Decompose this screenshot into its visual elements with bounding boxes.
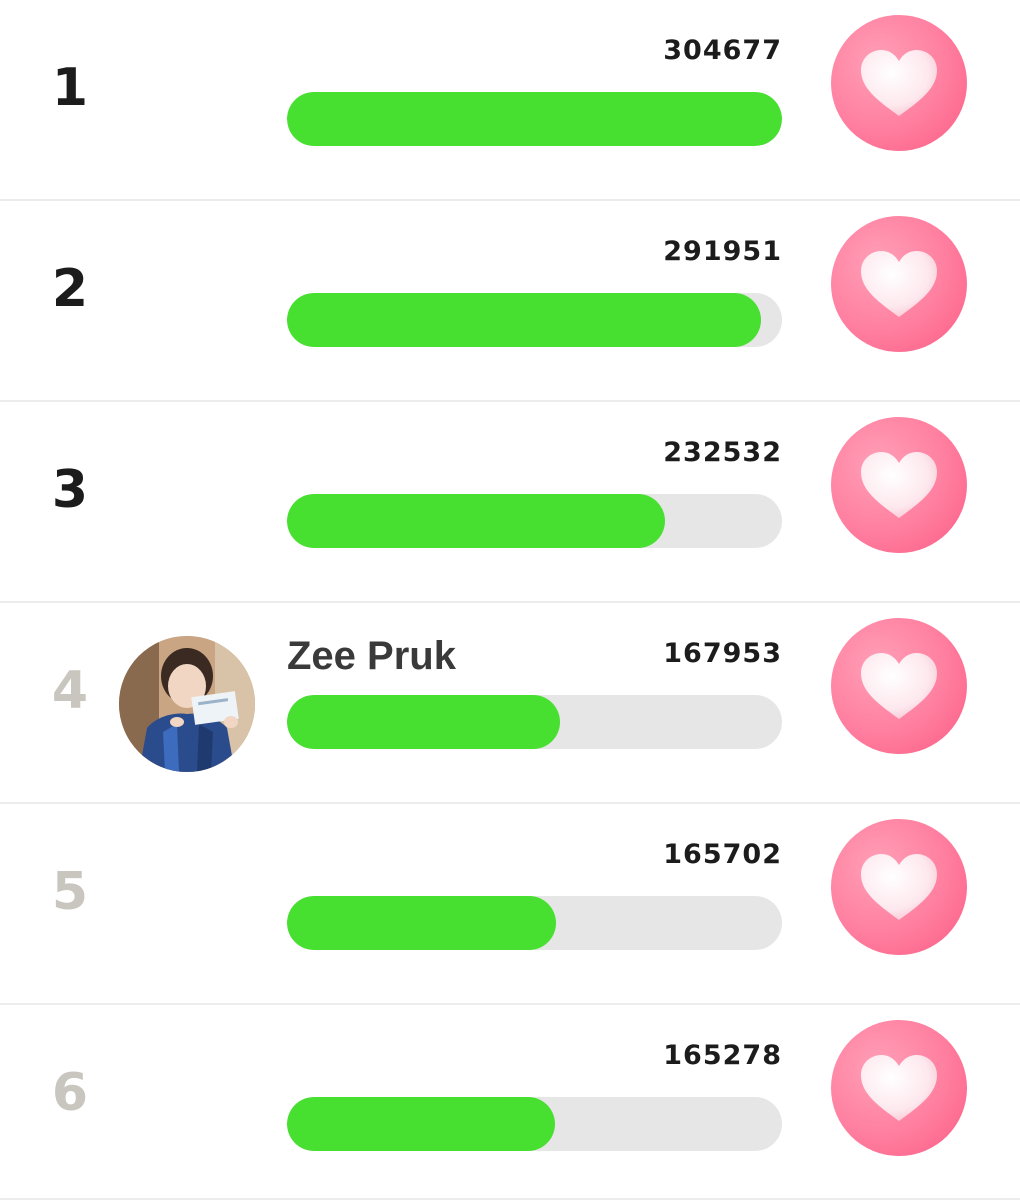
vote-progress-bar [287,1097,782,1151]
candidate-name: Zee Pruk [287,634,456,678]
vote-count: 165278 [663,1040,782,1071]
vote-count: 291951 [663,236,782,267]
vote-progress-fill [287,293,762,347]
vote-progress-bar [287,695,782,749]
heart-icon [861,50,937,116]
ranking-row: 6 165278 [0,1005,1020,1200]
ranking-row: 5 165702 [0,804,1020,1005]
vote-count: 304677 [663,35,782,66]
vote-progress-fill [287,92,782,146]
vote-count: 165702 [663,839,782,870]
vote-progress-bar [287,896,782,950]
rank-number: 2 [51,259,89,319]
rank-number: 6 [51,1063,89,1123]
vote-heart-button[interactable] [831,1020,967,1156]
heart-icon [861,452,937,518]
heart-icon [861,854,937,920]
vote-heart-button[interactable] [831,417,967,553]
vote-count: 167953 [663,638,782,669]
avatar[interactable] [119,636,255,772]
vote-progress-bar [287,494,782,548]
ranking-list: 1 304677 2 291951 3 232532 4 Zee Pruk 16… [0,0,1020,1200]
heart-icon [861,653,937,719]
rank-number: 1 [51,58,89,118]
rank-number: 3 [51,460,89,520]
vote-progress-bar [287,92,782,146]
vote-progress-bar [287,293,782,347]
vote-progress-fill [287,1097,556,1151]
heart-icon [861,251,937,317]
vote-progress-fill [287,695,560,749]
ranking-row: 2 291951 [0,201,1020,402]
avatar-photo [119,636,255,772]
rank-number: 4 [51,661,89,721]
vote-progress-fill [287,494,665,548]
vote-heart-button[interactable] [831,216,967,352]
rank-number: 5 [51,862,89,922]
ranking-row: 1 304677 [0,0,1020,201]
vote-progress-fill [287,896,557,950]
ranking-row: 4 Zee Pruk 167953 [0,603,1020,804]
ranking-row: 3 232532 [0,402,1020,603]
vote-heart-button[interactable] [831,819,967,955]
vote-count: 232532 [663,437,782,468]
vote-heart-button[interactable] [831,618,967,754]
heart-icon [861,1055,937,1121]
vote-heart-button[interactable] [831,15,967,151]
